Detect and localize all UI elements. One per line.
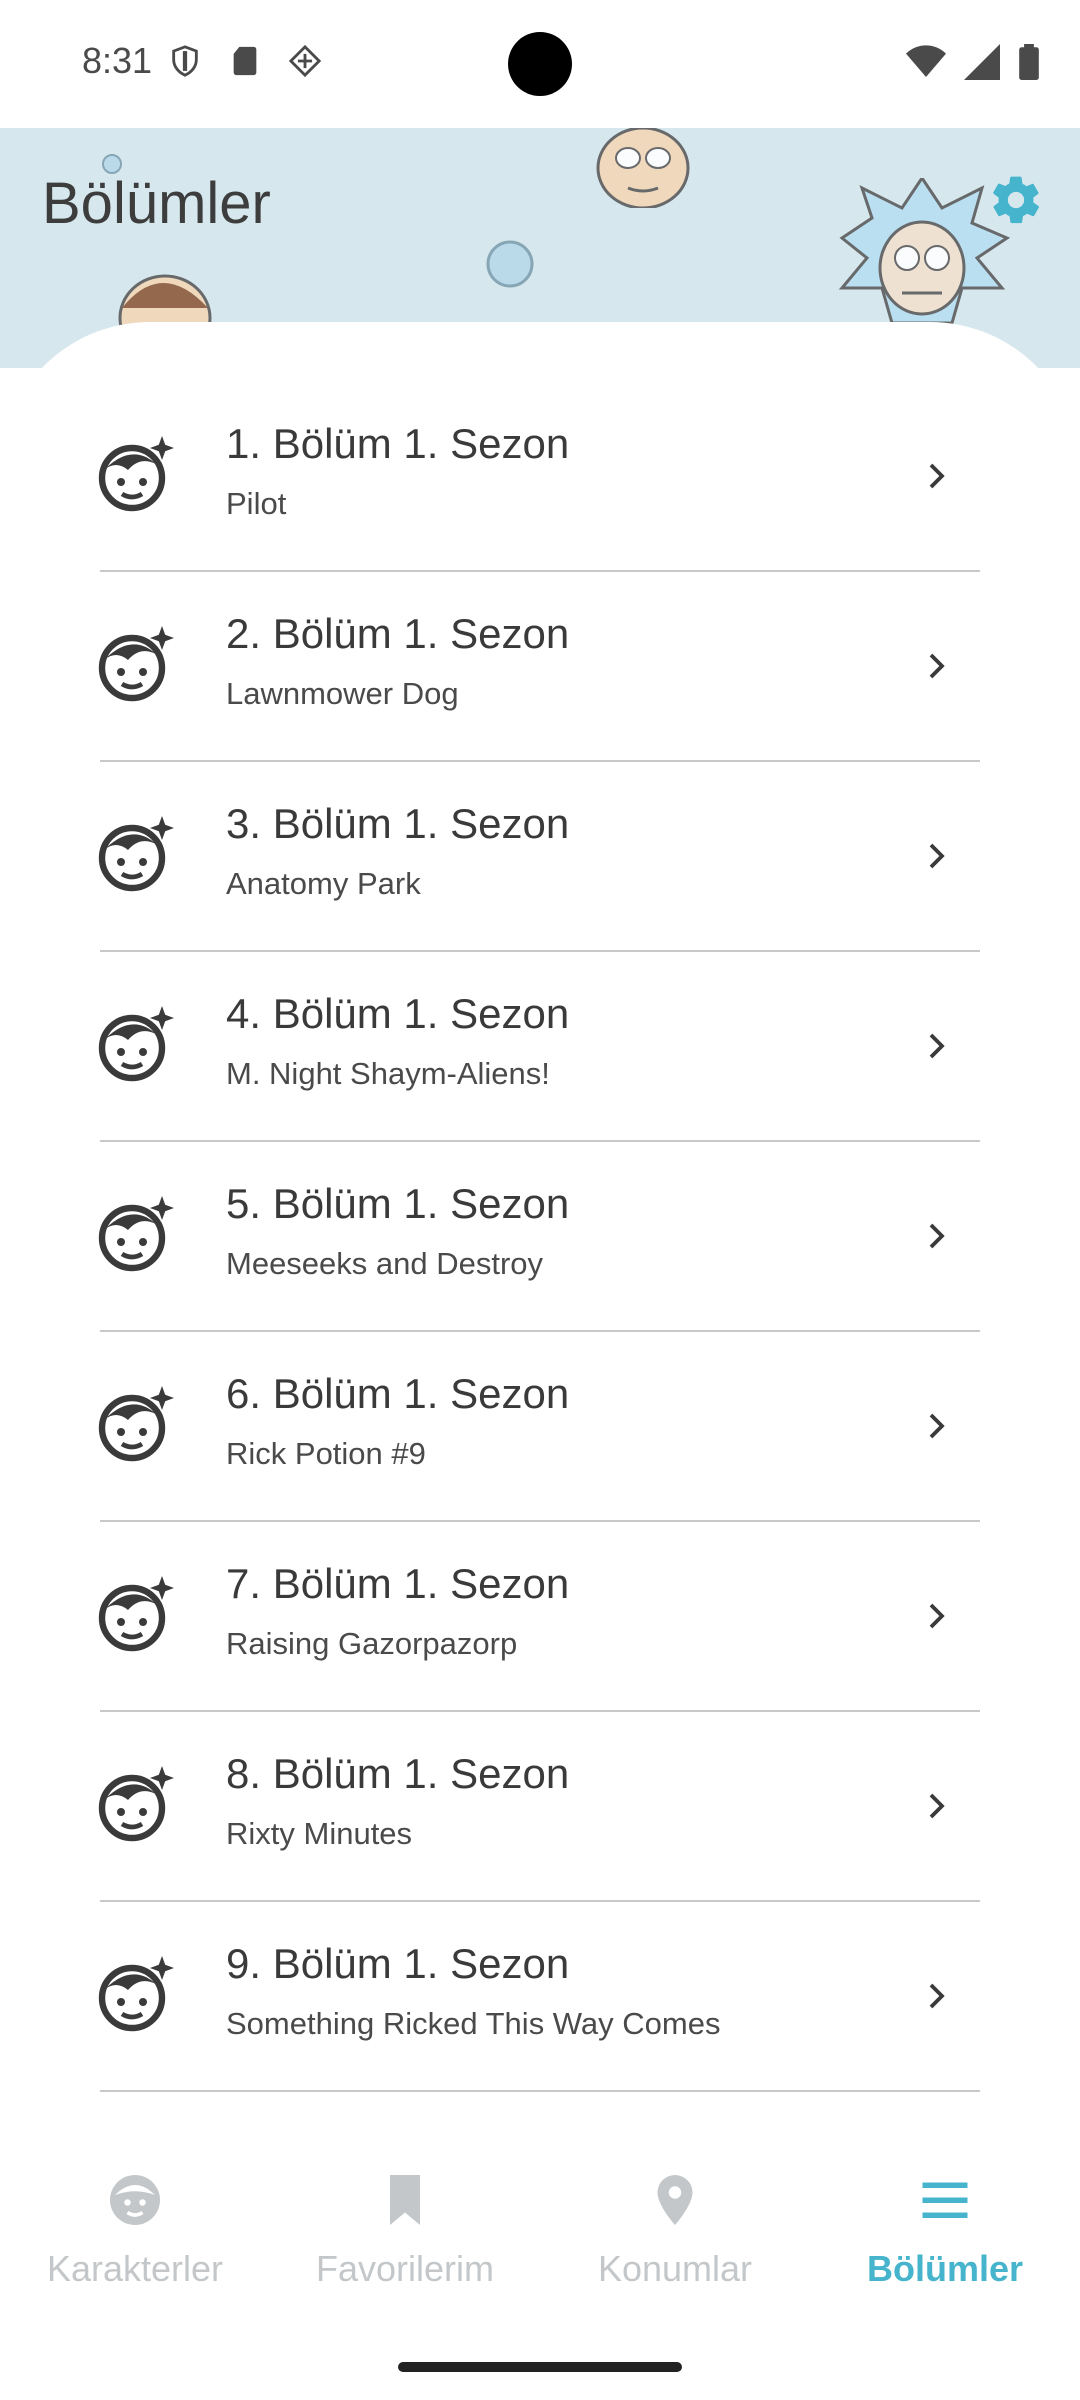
meeseeks-decoration [486,240,534,288]
chevron-right-icon [929,1413,945,1439]
chevron-right-icon [929,1223,945,1249]
character-sparkle-icon [98,1006,174,1082]
episode-title: 1. Bölüm 1. Sezon [226,420,570,467]
episode-title: 2. Bölüm 1. Sezon [226,610,570,657]
chevron-right-icon [929,1983,945,2009]
sd-card-icon [233,46,257,76]
signal-icon [964,44,1000,80]
gear-icon[interactable] [988,172,1044,228]
page-title: Bölümler [42,171,271,236]
shield-icon [172,45,198,77]
status-time: 8:31 [82,40,153,81]
character-sparkle-icon [98,1196,174,1272]
episode-list-item[interactable]: 6. Bölüm 1. Sezon Rick Potion #9 [98,1332,980,1522]
episode-name: Lawnmower Dog [226,676,459,711]
content-panel: 1. Bölüm 1. Sezon Pilot 2. Bölüm 1. Sezon L… [0,322,1080,2112]
character-sparkle-icon [98,1956,174,2032]
character-sparkle-icon [98,1766,174,1842]
episode-name: Raising Gazorpazorp [226,1626,518,1661]
camera-cutout [508,32,572,96]
episode-list-item[interactable]: 1. Bölüm 1. Sezon Pilot [98,382,980,572]
chevron-right-icon [929,843,945,869]
morty-face-decoration [596,128,690,208]
nav-item-bolumler[interactable]: Bölümler [810,2170,1080,2290]
episode-name: Anatomy Park [226,866,421,901]
episode-list-item[interactable]: 2. Bölüm 1. Sezon Lawnmower Dog [98,572,980,762]
chevron-right-icon [929,1793,945,1819]
chevron-right-icon [929,463,945,489]
home-indicator [398,2362,682,2372]
episode-title: 6. Bölüm 1. Sezon [226,1370,570,1417]
chevron-right-icon [929,653,945,679]
status-icons-right [906,44,1040,80]
character-face-icon [110,2175,160,2225]
character-sparkle-icon [98,1576,174,1652]
battery-icon [1019,44,1039,80]
episode-title: 9. Bölüm 1. Sezon [226,1940,570,1987]
character-sparkle-icon [98,816,174,892]
nav-label: Favorilerim [315,2248,494,2289]
bookmark-icon [390,2175,420,2225]
episode-list-item[interactable]: 5. Bölüm 1. Sezon Meeseeks and Destroy [98,1142,980,1332]
episode-name: Rick Potion #9 [226,1436,426,1471]
nav-label: Konumlar [597,2248,753,2289]
nav-label: Karakterler [46,2248,224,2289]
character-sparkle-icon [98,1386,174,1462]
rick-face-decoration [838,178,1011,325]
episode-title: 7. Bölüm 1. Sezon [226,1560,570,1607]
bottom-navigation: Karakterler Favorilerim Konumlar Bölümle… [0,2130,1080,2330]
episode-list-item[interactable]: 4. Bölüm 1. Sezon M. Night Shaym-Aliens! [98,952,980,1142]
nav-item-konumlar[interactable]: Konumlar [540,2170,810,2290]
episode-title: 3. Bölüm 1. Sezon [226,800,570,847]
episode-name: M. Night Shaym-Aliens! [226,1056,550,1091]
episode-title: 5. Bölüm 1. Sezon [226,1180,570,1227]
episode-list-item[interactable]: 7. Bölüm 1. Sezon Raising Gazorpazorp [98,1522,980,1712]
status-icons-left [168,44,322,78]
diamond-icon [288,44,322,78]
character-sparkle-icon [98,626,174,702]
episode-list-item[interactable]: 9. Bölüm 1. Sezon Something Ricked This W… [98,1902,980,2092]
menu-lines-icon [922,2182,968,2218]
wifi-icon [906,45,946,77]
character-sparkle-icon [98,436,174,512]
status-bar: 8:31 [0,0,1080,128]
episode-title: 8. Bölüm 1. Sezon [226,1750,570,1797]
nav-item-favorilerim[interactable]: Favorilerim [270,2170,540,2290]
chevron-right-icon [929,1603,945,1629]
episode-name: Something Ricked This Way Comes [226,2006,721,2041]
chevron-right-icon [929,1033,945,1059]
episode-name: Rixty Minutes [226,1816,413,1851]
nav-label: Bölümler [866,2248,1024,2289]
episode-name: Meeseeks and Destroy [226,1246,544,1281]
episode-list-item[interactable]: 3. Bölüm 1. Sezon Anatomy Park [98,762,980,952]
nav-item-karakterler[interactable]: Karakterler [0,2170,270,2290]
episode-list: 1. Bölüm 1. Sezon Pilot 2. Bölüm 1. Sezon L… [0,382,1080,2092]
episode-name: Pilot [226,486,287,521]
location-pin-icon [657,2175,693,2225]
episode-list-item[interactable]: 8. Bölüm 1. Sezon Rixty Minutes [98,1712,980,1902]
episode-title: 4. Bölüm 1. Sezon [226,990,570,1037]
